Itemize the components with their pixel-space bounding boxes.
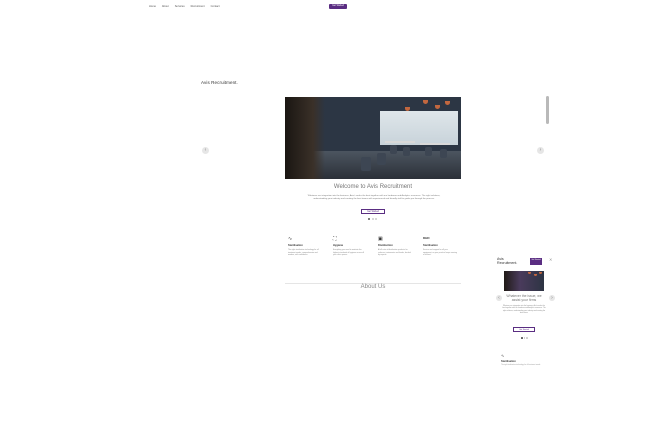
lamp-shape (539, 272, 542, 274)
hero-intro: Whatever our integration into the busine… (307, 195, 441, 201)
lamp-shape (435, 105, 440, 109)
chair-shape (377, 153, 386, 165)
about-title: About Us (360, 284, 386, 290)
mobile-carousel-dots (521, 337, 528, 339)
activity-icon: ∿ (501, 353, 505, 358)
nav-item-contact[interactable]: Contact (211, 5, 220, 8)
nav-item-home[interactable]: Home (149, 5, 156, 8)
mobile-hero-title: Whatever the issue, we assist your firms (506, 294, 542, 303)
hero-get-started-button[interactable]: Get Started (361, 209, 385, 214)
carousel-dots (368, 218, 377, 220)
mobile-next-button[interactable]: › (549, 295, 555, 301)
carousel-dot[interactable] (375, 218, 377, 220)
chair-shape (440, 149, 447, 158)
lamp-shape (528, 272, 531, 274)
mobile-get-started-button[interactable]: Get Started (530, 258, 542, 265)
nav-item-recruitment[interactable]: Recruitment (191, 5, 205, 8)
nav-item-services[interactable]: Services (175, 5, 185, 8)
mobile-prev-button[interactable]: ‹ (496, 295, 502, 301)
feature-desc: Everything you need to maintain the high… (333, 249, 365, 257)
carousel-prev-button[interactable]: ‹ (202, 147, 209, 154)
table-shape (420, 143, 450, 145)
hero-shade (285, 97, 325, 179)
mobile-preview: Avis Recruitment. Get Started ✕ Whatever… (494, 254, 554, 372)
screenshot-stage: Avis Recruitment. Home About Services Re… (0, 0, 653, 445)
carousel-dot[interactable] (521, 337, 523, 339)
feature-card: ⛶ Hygiene Everything you need to maintai… (333, 236, 367, 257)
mobile-feature-desc: The right sterilisation technology for a… (501, 365, 541, 366)
feature-card: ▣ Disinfection A full suite of disinfect… (378, 236, 412, 257)
site-logo[interactable]: Avis Recruitment. (201, 80, 238, 85)
hero-window (380, 111, 458, 145)
feature-title: Sterilisation (423, 244, 438, 247)
feature-title: Sterilisation (288, 244, 303, 247)
scrollbar-thumb[interactable] (546, 96, 549, 124)
chair-shape (425, 147, 432, 156)
mobile-hero-image (504, 271, 544, 291)
get-started-button[interactable]: Get Started (329, 4, 347, 9)
feature-desc: Service and support for all your equipme… (423, 249, 457, 257)
chair-shape (361, 157, 371, 171)
feature-card: ∿ Sterilisation The right sterilisation … (288, 236, 322, 257)
dhd-icon: DHD (423, 236, 430, 240)
close-icon[interactable]: ✕ (549, 257, 552, 262)
mobile-hero-intro: Whatever our integration into the busine… (502, 306, 546, 315)
activity-icon: ∿ (288, 236, 293, 242)
lamp-shape (534, 274, 537, 276)
main-nav: Home About Services Recruitment Contact (149, 5, 220, 8)
carousel-dot[interactable] (526, 337, 528, 339)
mobile-feature-title: Sterilisation (501, 360, 516, 363)
feature-desc: The right sterilisation technology for a… (288, 249, 319, 257)
hero-image (285, 97, 461, 179)
feature-title: Hygiene (333, 244, 344, 247)
chair-shape (390, 145, 397, 154)
chair-shape (403, 147, 410, 156)
frame-icon: ⛶ (333, 236, 337, 242)
mobile-logo[interactable]: Avis Recruitment. (497, 257, 524, 266)
carousel-dot[interactable] (371, 218, 374, 220)
hero-title: Welcome to Avis Recruitment (333, 184, 413, 190)
carousel-next-button[interactable]: › (537, 147, 544, 154)
feature-desc: A full suite of disinfection products fo… (378, 249, 411, 257)
mobile-hero-button[interactable]: Get Started (513, 327, 535, 332)
calendar-icon: ▣ (378, 236, 383, 242)
carousel-dot[interactable] (368, 218, 370, 220)
feature-title: Disinfection (378, 244, 393, 247)
nav-item-about[interactable]: About (162, 5, 169, 8)
lamp-shape (445, 101, 450, 105)
table-shape (385, 141, 415, 143)
carousel-dot[interactable] (523, 337, 525, 339)
lamp-shape (423, 100, 428, 104)
feature-card: DHD Sterilisation Service and support fo… (423, 236, 457, 257)
